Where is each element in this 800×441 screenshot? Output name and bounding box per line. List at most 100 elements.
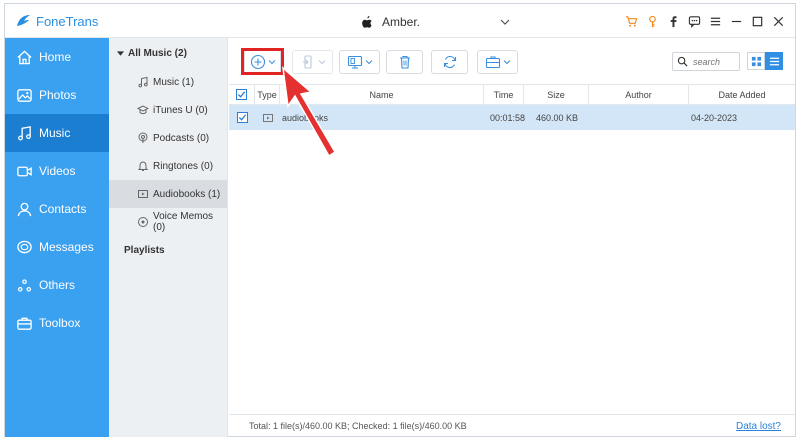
audiobook-icon: [262, 113, 273, 122]
close-icon: [773, 16, 784, 26]
fonetrans-logo-icon: [17, 15, 30, 26]
sidebar-item-music[interactable]: Music: [5, 114, 109, 152]
chevron-down-icon: [500, 19, 510, 25]
chevron-down-icon: [365, 60, 372, 65]
sidebar-item-label: Toolbox: [39, 316, 81, 330]
sidebar-item-videos[interactable]: Videos: [5, 152, 109, 190]
device-selector[interactable]: Amber.: [360, 13, 510, 31]
column-date-added[interactable]: Date Added: [689, 85, 795, 104]
row-author: [589, 105, 689, 130]
feedback-button[interactable]: [684, 12, 705, 30]
facebook-button[interactable]: [663, 12, 684, 30]
grid-view-button[interactable]: [747, 52, 765, 70]
cart-icon: [625, 15, 638, 27]
minimize-icon: [731, 20, 742, 22]
minimize-button[interactable]: [726, 12, 747, 30]
sidebar-item-label: Others: [39, 278, 76, 292]
list-icon: [769, 57, 779, 65]
home-icon: [17, 49, 32, 64]
export-pc-button[interactable]: [339, 50, 380, 74]
close-button[interactable]: [768, 12, 789, 30]
column-time[interactable]: Time: [484, 85, 524, 104]
row-time: 00:01:58: [490, 112, 526, 123]
podcast-icon: [138, 132, 148, 143]
toolbox-dropdown-button[interactable]: [477, 50, 518, 74]
facebook-icon: [670, 15, 677, 27]
row-size: 460.00 KB: [536, 112, 579, 123]
search-box[interactable]: [672, 52, 740, 71]
sidebar-item-others[interactable]: Others: [5, 266, 109, 304]
sidebar-item-contacts[interactable]: Contacts: [5, 190, 109, 228]
messages-icon: [17, 240, 32, 253]
briefcase-icon: [485, 56, 500, 69]
sidebar-item-toolbox[interactable]: Toolbox: [5, 304, 109, 342]
menu-button[interactable]: [705, 12, 726, 30]
all-music-header[interactable]: All Music (2): [109, 38, 227, 68]
caret-down-icon: [117, 50, 124, 56]
column-size[interactable]: Size: [524, 85, 589, 104]
column-author[interactable]: Author: [589, 85, 689, 104]
refresh-icon: [443, 55, 456, 69]
data-lost-link[interactable]: Data lost?: [736, 421, 795, 432]
app-logo: FoneTrans: [15, 13, 98, 29]
grid-icon: [751, 56, 761, 66]
sidebar-item-label: Photos: [39, 88, 77, 102]
category-label: Audiobooks (1): [153, 188, 221, 200]
maximize-icon: [752, 16, 763, 26]
chat-icon: [688, 15, 701, 28]
category-ringtones[interactable]: Ringtones (0): [109, 152, 227, 180]
audiobook-icon: [138, 190, 148, 198]
device-name: Amber.: [382, 15, 421, 29]
search-input[interactable]: [693, 56, 739, 67]
trash-icon: [399, 55, 410, 69]
sidebar-item-photos[interactable]: Photos: [5, 76, 109, 114]
key-button[interactable]: [642, 12, 663, 30]
sidebar-item-label: Messages: [39, 240, 94, 254]
category-itunes-u[interactable]: iTunes U (0): [109, 96, 227, 124]
category-voice-memos[interactable]: Voice Memos (0): [109, 208, 227, 236]
sidebar-item-label: Music: [39, 126, 71, 140]
refresh-button[interactable]: [431, 50, 468, 74]
maximize-button[interactable]: [747, 12, 768, 30]
voice-memo-icon: [138, 217, 148, 227]
select-all-checkbox[interactable]: [236, 89, 247, 100]
category-panel: All Music (2) Music (1) iTunes U (0) Pod…: [109, 38, 228, 437]
title-bar: FoneTrans Amber.: [5, 4, 795, 38]
category-music[interactable]: Music (1): [109, 68, 227, 96]
status-bar: Total: 1 file(s)/460.00 KB; Checked: 1 f…: [229, 414, 795, 437]
annotation-arrow: [282, 66, 337, 158]
toolbox-icon: [17, 317, 32, 330]
apple-icon: [362, 16, 372, 28]
sidebar: Home Photos Music Videos Contacts Messag…: [5, 38, 109, 437]
sidebar-item-messages[interactable]: Messages: [5, 228, 109, 266]
music-icon: [18, 125, 31, 140]
cart-button[interactable]: [621, 12, 642, 30]
graduation-cap-icon: [137, 105, 149, 115]
category-podcasts[interactable]: Podcasts (0): [109, 124, 227, 152]
chevron-down-icon: [503, 60, 510, 65]
sidebar-item-label: Videos: [39, 164, 76, 178]
key-icon: [649, 15, 656, 27]
window-controls: [621, 12, 789, 30]
app-title: FoneTrans: [36, 13, 99, 29]
sidebar-item-home[interactable]: Home: [5, 38, 109, 76]
row-checkbox[interactable]: [236, 112, 248, 123]
others-icon: [17, 278, 32, 292]
delete-button[interactable]: [386, 50, 423, 74]
all-music-label: All Music (2): [128, 47, 187, 59]
app-window: FoneTrans Amber. Home Photos Music Video…: [4, 3, 796, 437]
list-view-button[interactable]: [765, 52, 783, 70]
row-checkbox-cell: [229, 105, 255, 130]
category-audiobooks[interactable]: Audiobooks (1): [109, 180, 227, 208]
sidebar-item-label: Contacts: [39, 202, 87, 216]
check-icon: [237, 91, 246, 98]
playlists-header[interactable]: Playlists: [109, 236, 227, 264]
bell-icon: [137, 161, 149, 171]
category-label: Music (1): [153, 76, 195, 88]
category-label: iTunes U (0): [153, 104, 208, 116]
videos-icon: [17, 166, 32, 176]
contacts-icon: [17, 202, 32, 216]
status-text: Total: 1 file(s)/460.00 KB; Checked: 1 f…: [249, 421, 467, 431]
category-label: Podcasts (0): [153, 132, 210, 144]
header-select-all[interactable]: [229, 85, 255, 104]
